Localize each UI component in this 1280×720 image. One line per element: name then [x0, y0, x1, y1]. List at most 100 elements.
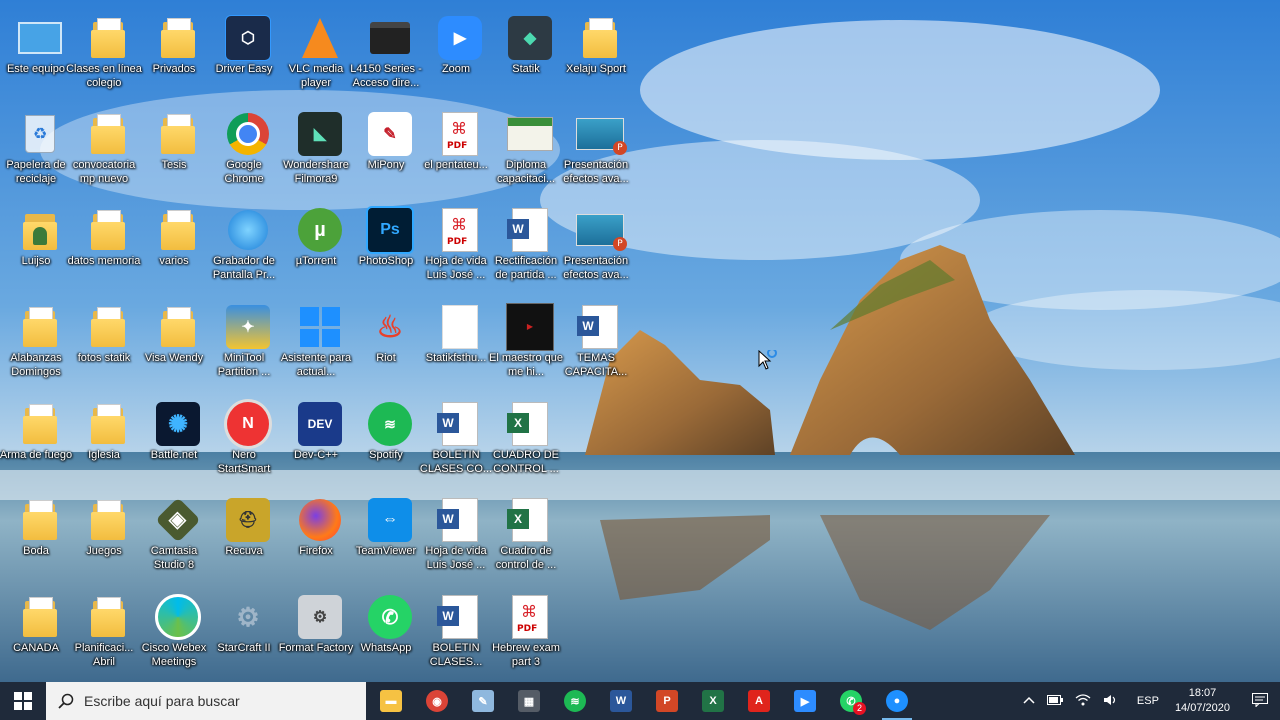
desktop-shortcut[interactable]: W BOLETIN CLASES CO...	[420, 394, 492, 488]
desktop-shortcut[interactable]: ✆ WhatsApp	[352, 587, 420, 681]
desktop-shortcut[interactable]: Tesis	[140, 104, 208, 198]
desktop-shortcut[interactable]: Xelaju Sport	[562, 8, 630, 102]
nero-icon: N	[224, 399, 272, 449]
taskbar-app-chrome[interactable]: ◉	[414, 682, 460, 720]
start-button[interactable]	[0, 682, 46, 720]
desktop-shortcut[interactable]: Luijso	[2, 200, 70, 294]
taskbar-app-acrobat[interactable]: A	[736, 682, 782, 720]
desktop-shortcut[interactable]: Grabador de Pantalla Pr...	[210, 200, 278, 294]
desktop-shortcut[interactable]: Arma de fuego	[0, 394, 72, 488]
desktop-shortcut[interactable]: L4150 Series - Acceso dire...	[350, 8, 422, 102]
desktop-shortcut[interactable]: varios	[140, 200, 208, 294]
desktop-shortcut[interactable]: Clases en línea colegio	[66, 8, 142, 102]
desktop-shortcut-label: Hebrew exam part 3	[492, 642, 560, 668]
desktop-shortcut[interactable]: ⬡ Driver Easy	[210, 8, 278, 102]
desktop-shortcut[interactable]: Este equipo	[2, 8, 70, 102]
desktop-shortcut[interactable]: Diploma capacitaci...	[492, 104, 560, 198]
clock[interactable]: 18:07 14/07/2020	[1175, 686, 1230, 716]
desktop-shortcut-label: Luijso	[21, 255, 51, 267]
desktop-shortcut[interactable]: Iglesia	[70, 394, 138, 488]
desktop-shortcut[interactable]: Planificaci... Abril	[70, 587, 138, 681]
desktop-shortcut[interactable]: ▣ Camtasia Studio 8	[140, 490, 208, 584]
desktop-shortcut[interactable]: ✎ MiPony	[352, 104, 420, 198]
desktop-shortcut[interactable]: Privados	[140, 8, 208, 102]
desktop-shortcut[interactable]: ⚙ Format Factory	[279, 587, 353, 681]
desktop-shortcut[interactable]: P Presentación efectos ava...	[562, 104, 630, 198]
desktop-shortcut[interactable]: ⛑ Recuva	[210, 490, 278, 584]
desktop-shortcut-label: El maestro que me hi...	[489, 352, 563, 378]
desktop-shortcut[interactable]: Cisco Webex Meetings	[140, 587, 208, 681]
desktop-shortcut[interactable]: N Nero StartSmart	[210, 394, 278, 488]
battery-icon[interactable]	[1046, 694, 1063, 708]
desktop-shortcut-label: VLC media player	[288, 63, 344, 89]
desktop-shortcut-label: Tesis	[161, 159, 187, 171]
desktop-shortcut[interactable]: W Rectificación de partida ...	[492, 200, 560, 294]
desktop-shortcut[interactable]: ✺ Battle.net	[140, 394, 208, 488]
desktop-shortcut[interactable]: Google Chrome	[210, 104, 278, 198]
desktop-shortcut[interactable]: ♨ Riot	[352, 297, 420, 391]
taskbar-app-zoom[interactable]: ▶	[782, 682, 828, 720]
desktop-shortcut-label: Riot	[376, 352, 396, 364]
printer-icon	[366, 14, 414, 62]
taskbar-app-notes[interactable]: ✎	[460, 682, 506, 720]
taskbar-app-calculator[interactable]: ▦	[506, 682, 552, 720]
volume-icon[interactable]	[1103, 694, 1119, 709]
desktop-shortcut[interactable]: ⇔ TeamViewer	[352, 490, 420, 584]
desktop-shortcut[interactable]: Firefox	[282, 490, 350, 584]
desktop-shortcut[interactable]: Statikfsthu...	[422, 297, 490, 391]
desktop-shortcut[interactable]: DEV Dev-C++	[282, 394, 350, 488]
desktop-shortcut[interactable]: ♻ Papelera de reciclaje	[2, 104, 70, 198]
desktop-shortcut[interactable]: ▶ El maestro que me hi...	[489, 297, 563, 391]
taskbar-app-word[interactable]: W	[598, 682, 644, 720]
taskbar-app-whatsapp[interactable]: ✆ 2	[828, 682, 874, 720]
desktop-shortcut[interactable]: Juegos	[70, 490, 138, 584]
taskbar: Escribe aquí para buscar ▬ ◉ ✎ ▦ ≋ W P X A ▶ ✆ 2 ● E…	[0, 682, 1280, 720]
desktop-shortcut[interactable]: µ µTorrent	[282, 200, 350, 294]
excel-icon: X	[702, 690, 724, 712]
desktop-shortcut[interactable]: P Presentación efectos ava...	[562, 200, 630, 294]
file-explorer-icon: ▬	[380, 690, 402, 712]
desktop-shortcut[interactable]: VLC media player	[282, 8, 350, 102]
desktop-shortcut[interactable]: Visa Wendy	[140, 297, 208, 391]
desktop-shortcut[interactable]: Alabanzas Domingos	[2, 297, 70, 391]
taskbar-app-file-explorer[interactable]: ▬	[368, 682, 414, 720]
input-language[interactable]: ESP	[1137, 695, 1159, 707]
desktop-shortcut[interactable]: ▶ Zoom	[422, 8, 490, 102]
firefox-icon	[296, 496, 344, 544]
show-hidden-icons-icon[interactable]	[1023, 695, 1035, 707]
action-center-icon[interactable]	[1252, 692, 1268, 710]
desktop-shortcut[interactable]: Ps PhotoShop	[352, 200, 420, 294]
desktop-shortcut[interactable]: X CUADRO DE CONTROL ...	[492, 394, 560, 488]
desktop-shortcut[interactable]: X Cuadro de control de ...	[492, 490, 560, 584]
desktop-shortcut-label: Iglesia	[88, 449, 120, 461]
desktop-shortcut[interactable]: fotos statik	[70, 297, 138, 391]
desktop-shortcut-label: Arma de fuego	[0, 449, 73, 461]
taskbar-app-excel[interactable]: X	[690, 682, 736, 720]
desktop-shortcut[interactable]: W TEMAS CAPACITA...	[562, 297, 630, 391]
desktop-shortcut[interactable]: datos memoria	[68, 200, 140, 294]
desktop-shortcut[interactable]: PDF ⌘ Hebrew exam part 3	[492, 587, 560, 681]
wifi-icon[interactable]	[1075, 693, 1091, 709]
battlenet-icon: ✺	[154, 400, 202, 448]
desktop-shortcut[interactable]: CANADA	[2, 587, 70, 681]
taskbar-app-spotify[interactable]: ≋	[552, 682, 598, 720]
desktop-shortcut[interactable]: ⚙ StarCraft II	[210, 587, 278, 681]
word-file-icon: W	[576, 303, 624, 351]
desktop-shortcut[interactable]: W Hoja de vida Luis José ...	[422, 490, 490, 584]
desktop-shortcut[interactable]: ◣ Wondershare Filmora9	[282, 104, 350, 198]
desktop-shortcut[interactable]: PDF ⌘ el pentateu...	[422, 104, 490, 198]
desktop-shortcut[interactable]: ◆ Statik	[492, 8, 560, 102]
taskbar-app-screen-recorder[interactable]: ●	[874, 682, 920, 720]
word-file-icon: W	[436, 593, 484, 641]
calculator-icon: ▦	[518, 690, 540, 712]
taskbar-app-powerpoint[interactable]: P	[644, 682, 690, 720]
desktop-shortcut[interactable]: ✦ MiniTool Partition ...	[210, 297, 278, 391]
desktop-shortcut[interactable]: W BOLETIN CLASES...	[422, 587, 490, 681]
search-input[interactable]: Escribe aquí para buscar	[46, 682, 366, 720]
desktop-shortcut[interactable]: Asistente para actual...	[281, 297, 351, 391]
desktop-shortcut[interactable]: PDF ⌘ Hoja de vida Luis José ...	[422, 200, 490, 294]
format-factory-icon: ⚙	[296, 593, 344, 641]
desktop-shortcut[interactable]: convocatoria mp nuevo	[70, 104, 138, 198]
desktop-shortcut[interactable]: ≋ Spotify	[352, 394, 420, 488]
desktop-shortcut[interactable]: Boda	[2, 490, 70, 584]
